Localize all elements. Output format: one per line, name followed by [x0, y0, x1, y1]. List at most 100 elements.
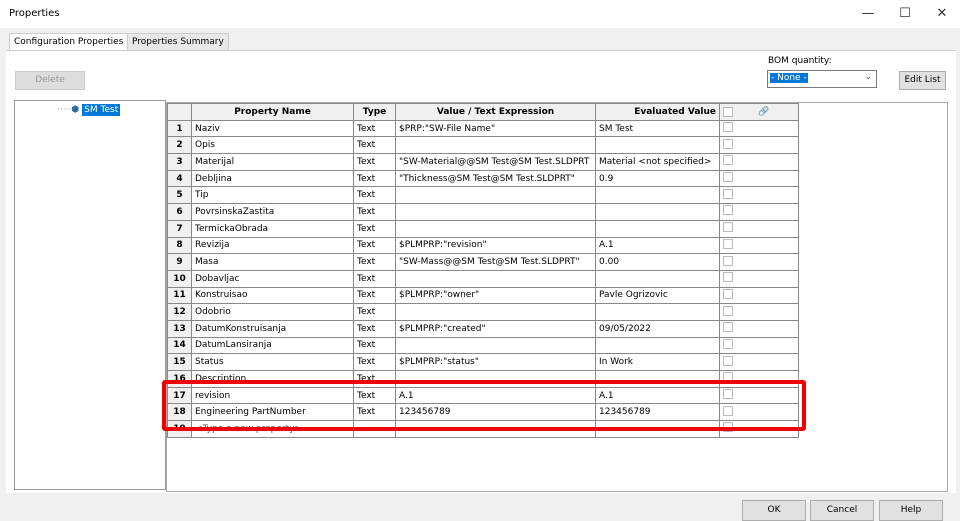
link-checkbox[interactable]: [723, 255, 733, 266]
type-cell[interactable]: Text: [353, 169, 396, 188]
maximize-button[interactable]: ☐: [890, 4, 920, 24]
cancel-button[interactable]: Cancel: [810, 500, 874, 521]
table-row[interactable]: 9 Masa Text "SW-Mass@@SM Test@SM Test.SLDPR…: [167, 253, 799, 271]
type-cell[interactable]: Text: [353, 186, 396, 205]
evaluated-value-cell[interactable]: [595, 136, 720, 155]
value-cell[interactable]: [395, 203, 596, 221]
property-name-cell[interactable]: Odobrio: [191, 303, 354, 321]
value-cell[interactable]: [395, 336, 596, 355]
tab-configuration-properties[interactable]: Configuration Properties: [9, 33, 129, 50]
value-cell[interactable]: "Thickness@SM Test@SM Test.SLDPRT": [395, 169, 596, 188]
header-property-name[interactable]: Property Name: [191, 103, 354, 121]
tree-item-sm-test[interactable]: ·····⬢ SM Test: [57, 104, 121, 116]
link-checkbox-cell[interactable]: [719, 336, 799, 355]
evaluated-value-cell[interactable]: SM Test: [595, 119, 720, 138]
evaluated-value-cell[interactable]: [595, 219, 720, 238]
link-checkbox[interactable]: [723, 188, 733, 199]
property-name-cell[interactable]: Status: [191, 353, 354, 371]
table-row[interactable]: 1 Naziv Text $PRP:"SW-File Name" SM Test: [167, 119, 799, 138]
minimize-button[interactable]: —: [853, 4, 883, 24]
link-checkbox-cell[interactable]: [719, 303, 799, 321]
evaluated-value-cell[interactable]: [595, 203, 720, 221]
link-checkbox[interactable]: [723, 238, 733, 249]
property-name-cell[interactable]: DatumKonstruisanja: [191, 319, 354, 338]
evaluated-value-cell[interactable]: [595, 186, 720, 205]
table-row[interactable]: 10 Dobavljac Text: [167, 269, 799, 288]
link-checkbox[interactable]: [723, 322, 733, 333]
property-name-cell[interactable]: Debljina: [191, 169, 354, 188]
type-cell[interactable]: Text: [353, 269, 396, 288]
property-name-cell[interactable]: Materijal: [191, 153, 354, 171]
table-row[interactable]: 4 Debljina Text "Thickness@SM Test@SM Test.…: [167, 169, 799, 188]
evaluated-value-cell[interactable]: Material <not specified>: [595, 153, 720, 171]
header-value[interactable]: Value / Text Expression: [395, 103, 596, 121]
type-cell[interactable]: Text: [353, 119, 396, 138]
header-evaluated-value[interactable]: Evaluated Value: [595, 103, 720, 121]
property-name-cell[interactable]: Opis: [191, 136, 354, 155]
link-checkbox-cell[interactable]: [719, 169, 799, 188]
edit-list-button[interactable]: Edit List: [899, 71, 946, 90]
link-checkbox[interactable]: [723, 272, 733, 283]
table-row[interactable]: 12 Odobrio Text: [167, 303, 799, 321]
property-name-cell[interactable]: Konstruisao: [191, 286, 354, 305]
table-row[interactable]: 15 Status Text $PLMPRP:"status" In Work: [167, 353, 799, 371]
link-checkbox[interactable]: [723, 138, 733, 149]
header-link[interactable]: 🔗: [719, 103, 799, 121]
ok-button[interactable]: OK: [742, 500, 806, 521]
evaluated-value-cell[interactable]: A.1: [595, 236, 720, 255]
property-name-cell[interactable]: PovrsinskaZastita: [191, 203, 354, 221]
link-checkbox[interactable]: [723, 155, 733, 166]
property-name-cell[interactable]: DatumLansiranja: [191, 336, 354, 355]
value-cell[interactable]: $PLMPRP:"created": [395, 319, 596, 338]
type-cell[interactable]: Text: [353, 236, 396, 255]
tab-properties-summary[interactable]: Properties Summary: [127, 33, 229, 50]
link-checkbox[interactable]: [723, 305, 733, 316]
link-checkbox-cell[interactable]: [719, 186, 799, 205]
link-checkbox[interactable]: [723, 205, 733, 216]
type-cell[interactable]: Text: [353, 219, 396, 238]
help-button[interactable]: Help: [879, 500, 943, 521]
type-cell[interactable]: Text: [353, 353, 396, 371]
type-cell[interactable]: Text: [353, 253, 396, 271]
evaluated-value-cell[interactable]: [595, 269, 720, 288]
evaluated-value-cell[interactable]: 0.00: [595, 253, 720, 271]
table-row[interactable]: 7 TermickaObrada Text: [167, 219, 799, 238]
type-cell[interactable]: Text: [353, 286, 396, 305]
link-checkbox-cell[interactable]: [719, 253, 799, 271]
value-cell[interactable]: $PLMPRP:"owner": [395, 286, 596, 305]
link-checkbox-cell[interactable]: [719, 119, 799, 138]
evaluated-value-cell[interactable]: [595, 303, 720, 321]
table-row[interactable]: 5 Tip Text: [167, 186, 799, 205]
value-cell[interactable]: [395, 136, 596, 155]
link-checkbox-cell[interactable]: [719, 136, 799, 155]
table-row[interactable]: 6 PovrsinskaZastita Text: [167, 203, 799, 221]
property-name-cell[interactable]: Tip: [191, 186, 354, 205]
value-cell[interactable]: "SW-Material@@SM Test@SM Test.SLDPRT: [395, 153, 596, 171]
link-checkbox-cell[interactable]: [719, 219, 799, 238]
link-checkbox-cell[interactable]: [719, 319, 799, 338]
link-checkbox[interactable]: [723, 338, 733, 349]
table-row[interactable]: 2 Opis Text: [167, 136, 799, 155]
type-cell[interactable]: Text: [353, 203, 396, 221]
table-row[interactable]: 11 Konstruisao Text $PLMPRP:"owner" Pavle Og…: [167, 286, 799, 305]
property-name-cell[interactable]: Revizija: [191, 236, 354, 255]
property-name-cell[interactable]: Masa: [191, 253, 354, 271]
link-checkbox[interactable]: [723, 122, 733, 133]
link-checkbox-cell[interactable]: [719, 236, 799, 255]
header-type[interactable]: Type: [353, 103, 396, 121]
delete-button[interactable]: Delete: [15, 71, 85, 90]
link-checkbox-cell[interactable]: [719, 203, 799, 221]
value-cell[interactable]: [395, 186, 596, 205]
link-checkbox-cell[interactable]: [719, 353, 799, 371]
type-cell[interactable]: Text: [353, 153, 396, 171]
link-checkbox-cell[interactable]: [719, 269, 799, 288]
value-cell[interactable]: [395, 303, 596, 321]
link-checkbox[interactable]: [723, 222, 733, 233]
type-cell[interactable]: Text: [353, 336, 396, 355]
table-row[interactable]: 14 DatumLansiranja Text: [167, 336, 799, 355]
close-button[interactable]: ✕: [927, 4, 957, 24]
value-cell[interactable]: [395, 269, 596, 288]
link-checkbox[interactable]: [723, 288, 733, 299]
evaluated-value-cell[interactable]: In Work: [595, 353, 720, 371]
evaluated-value-cell[interactable]: 09/05/2022: [595, 319, 720, 338]
